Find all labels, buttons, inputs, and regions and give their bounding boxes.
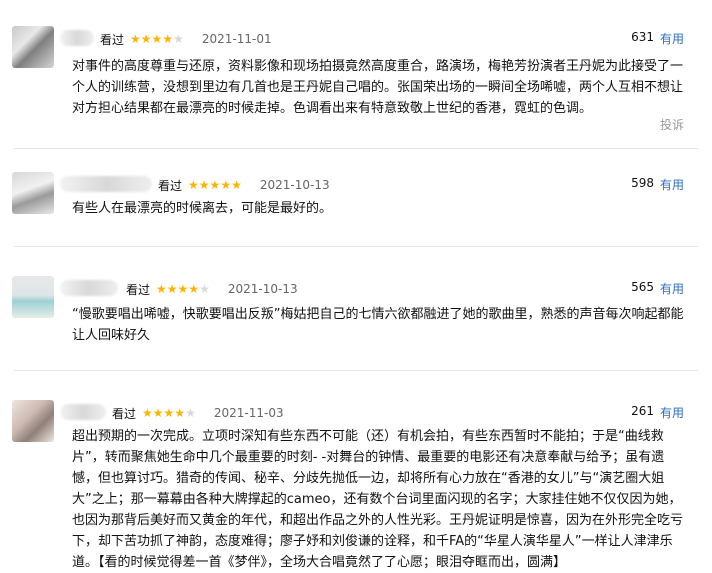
review-meta: 看过 ★ ★ ★ ★ ★ 2021-10-13 bbox=[126, 280, 298, 298]
star-filled-icon: ★ bbox=[130, 32, 141, 46]
star-filled-icon: ★ bbox=[156, 282, 167, 296]
star-empty-icon: ★ bbox=[185, 406, 196, 420]
review-text: 对事件的高度尊重与还原，资料影像和现场拍摄竟然高度重合，路演场，梅艳芳扮演者王丹… bbox=[72, 59, 684, 116]
useful-count: 261 bbox=[631, 404, 654, 418]
star-filled-icon: ★ bbox=[198, 178, 210, 192]
star-filled-icon: ★ bbox=[162, 32, 174, 46]
star-empty-icon: ★ bbox=[199, 282, 210, 296]
divider bbox=[14, 148, 698, 149]
star-filled-icon: ★ bbox=[231, 178, 242, 192]
votes: 598 有用 bbox=[631, 176, 684, 193]
review-date: 2021-10-13 bbox=[259, 178, 330, 192]
avatar[interactable] bbox=[12, 26, 54, 68]
rating-stars: ★ ★ ★ ★ ★ bbox=[142, 407, 196, 419]
star-filled-icon: ★ bbox=[209, 178, 221, 192]
username-blurred[interactable] bbox=[60, 30, 94, 46]
rating-stars: ★ ★ ★ ★ ★ bbox=[188, 179, 242, 191]
star-filled-icon: ★ bbox=[166, 282, 178, 296]
rating-stars: ★ ★ ★ ★ ★ bbox=[156, 283, 210, 295]
star-filled-icon: ★ bbox=[140, 32, 152, 46]
divider bbox=[14, 246, 698, 247]
star-filled-icon: ★ bbox=[174, 406, 186, 420]
star-filled-icon: ★ bbox=[151, 32, 163, 46]
avatar[interactable] bbox=[12, 172, 54, 214]
star-filled-icon: ★ bbox=[142, 406, 153, 420]
useful-count: 565 bbox=[631, 280, 654, 294]
report-link[interactable]: 投诉 bbox=[660, 116, 684, 133]
avatar[interactable] bbox=[12, 400, 54, 442]
username-blurred[interactable] bbox=[60, 176, 152, 192]
rating-stars: ★ ★ ★ ★ ★ bbox=[130, 33, 184, 45]
watched-label: 看过 bbox=[112, 406, 137, 421]
votes: 565 有用 bbox=[631, 280, 684, 297]
star-filled-icon: ★ bbox=[220, 178, 232, 192]
username-blurred[interactable] bbox=[60, 404, 106, 420]
watched-label: 看过 bbox=[100, 32, 125, 47]
review-date: 2021-11-01 bbox=[201, 32, 272, 46]
review-meta: 看过 ★ ★ ★ ★ ★ 2021-11-03 bbox=[112, 404, 284, 422]
votes: 631 有用 bbox=[631, 30, 684, 47]
review-date: 2021-10-13 bbox=[227, 282, 298, 296]
divider bbox=[14, 370, 698, 371]
useful-count: 598 bbox=[631, 176, 654, 190]
useful-button[interactable]: 有用 bbox=[660, 176, 684, 193]
review-meta: 看过 ★ ★ ★ ★ ★ 2021-10-13 bbox=[158, 176, 330, 194]
star-filled-icon: ★ bbox=[177, 282, 189, 296]
review-text: 有些人在最漂亮的时候离去，可能是最好的。 bbox=[72, 201, 333, 216]
review-text: 超出预期的一次完成。立项时深知有些东西不可能（还）有机会拍，有些东西暂时不能拍；… bbox=[72, 429, 684, 570]
star-filled-icon: ★ bbox=[163, 406, 175, 420]
star-filled-icon: ★ bbox=[152, 406, 164, 420]
review-meta: 看过 ★ ★ ★ ★ ★ 2021-11-01 bbox=[100, 30, 272, 48]
useful-button[interactable]: 有用 bbox=[660, 280, 684, 297]
useful-count: 631 bbox=[631, 30, 654, 44]
star-empty-icon: ★ bbox=[173, 32, 184, 46]
watched-label: 看过 bbox=[158, 178, 183, 193]
username-blurred[interactable] bbox=[60, 280, 118, 296]
useful-button[interactable]: 有用 bbox=[660, 30, 684, 47]
review-list: 看过 ★ ★ ★ ★ ★ 2021-11-01 631 有用 对事件的高度尊重与… bbox=[0, 0, 712, 572]
watched-label: 看过 bbox=[126, 282, 151, 297]
star-filled-icon: ★ bbox=[188, 282, 200, 296]
review-date: 2021-11-03 bbox=[213, 406, 284, 420]
useful-button[interactable]: 有用 bbox=[660, 404, 684, 421]
review-text: “慢歌要唱出唏嘘，快歌要唱出反叛”梅姑把自己的七情六欲都融进了她的歌曲里，熟悉的… bbox=[72, 307, 684, 343]
avatar[interactable] bbox=[12, 276, 54, 318]
votes: 261 有用 bbox=[631, 404, 684, 421]
star-filled-icon: ★ bbox=[188, 178, 199, 192]
